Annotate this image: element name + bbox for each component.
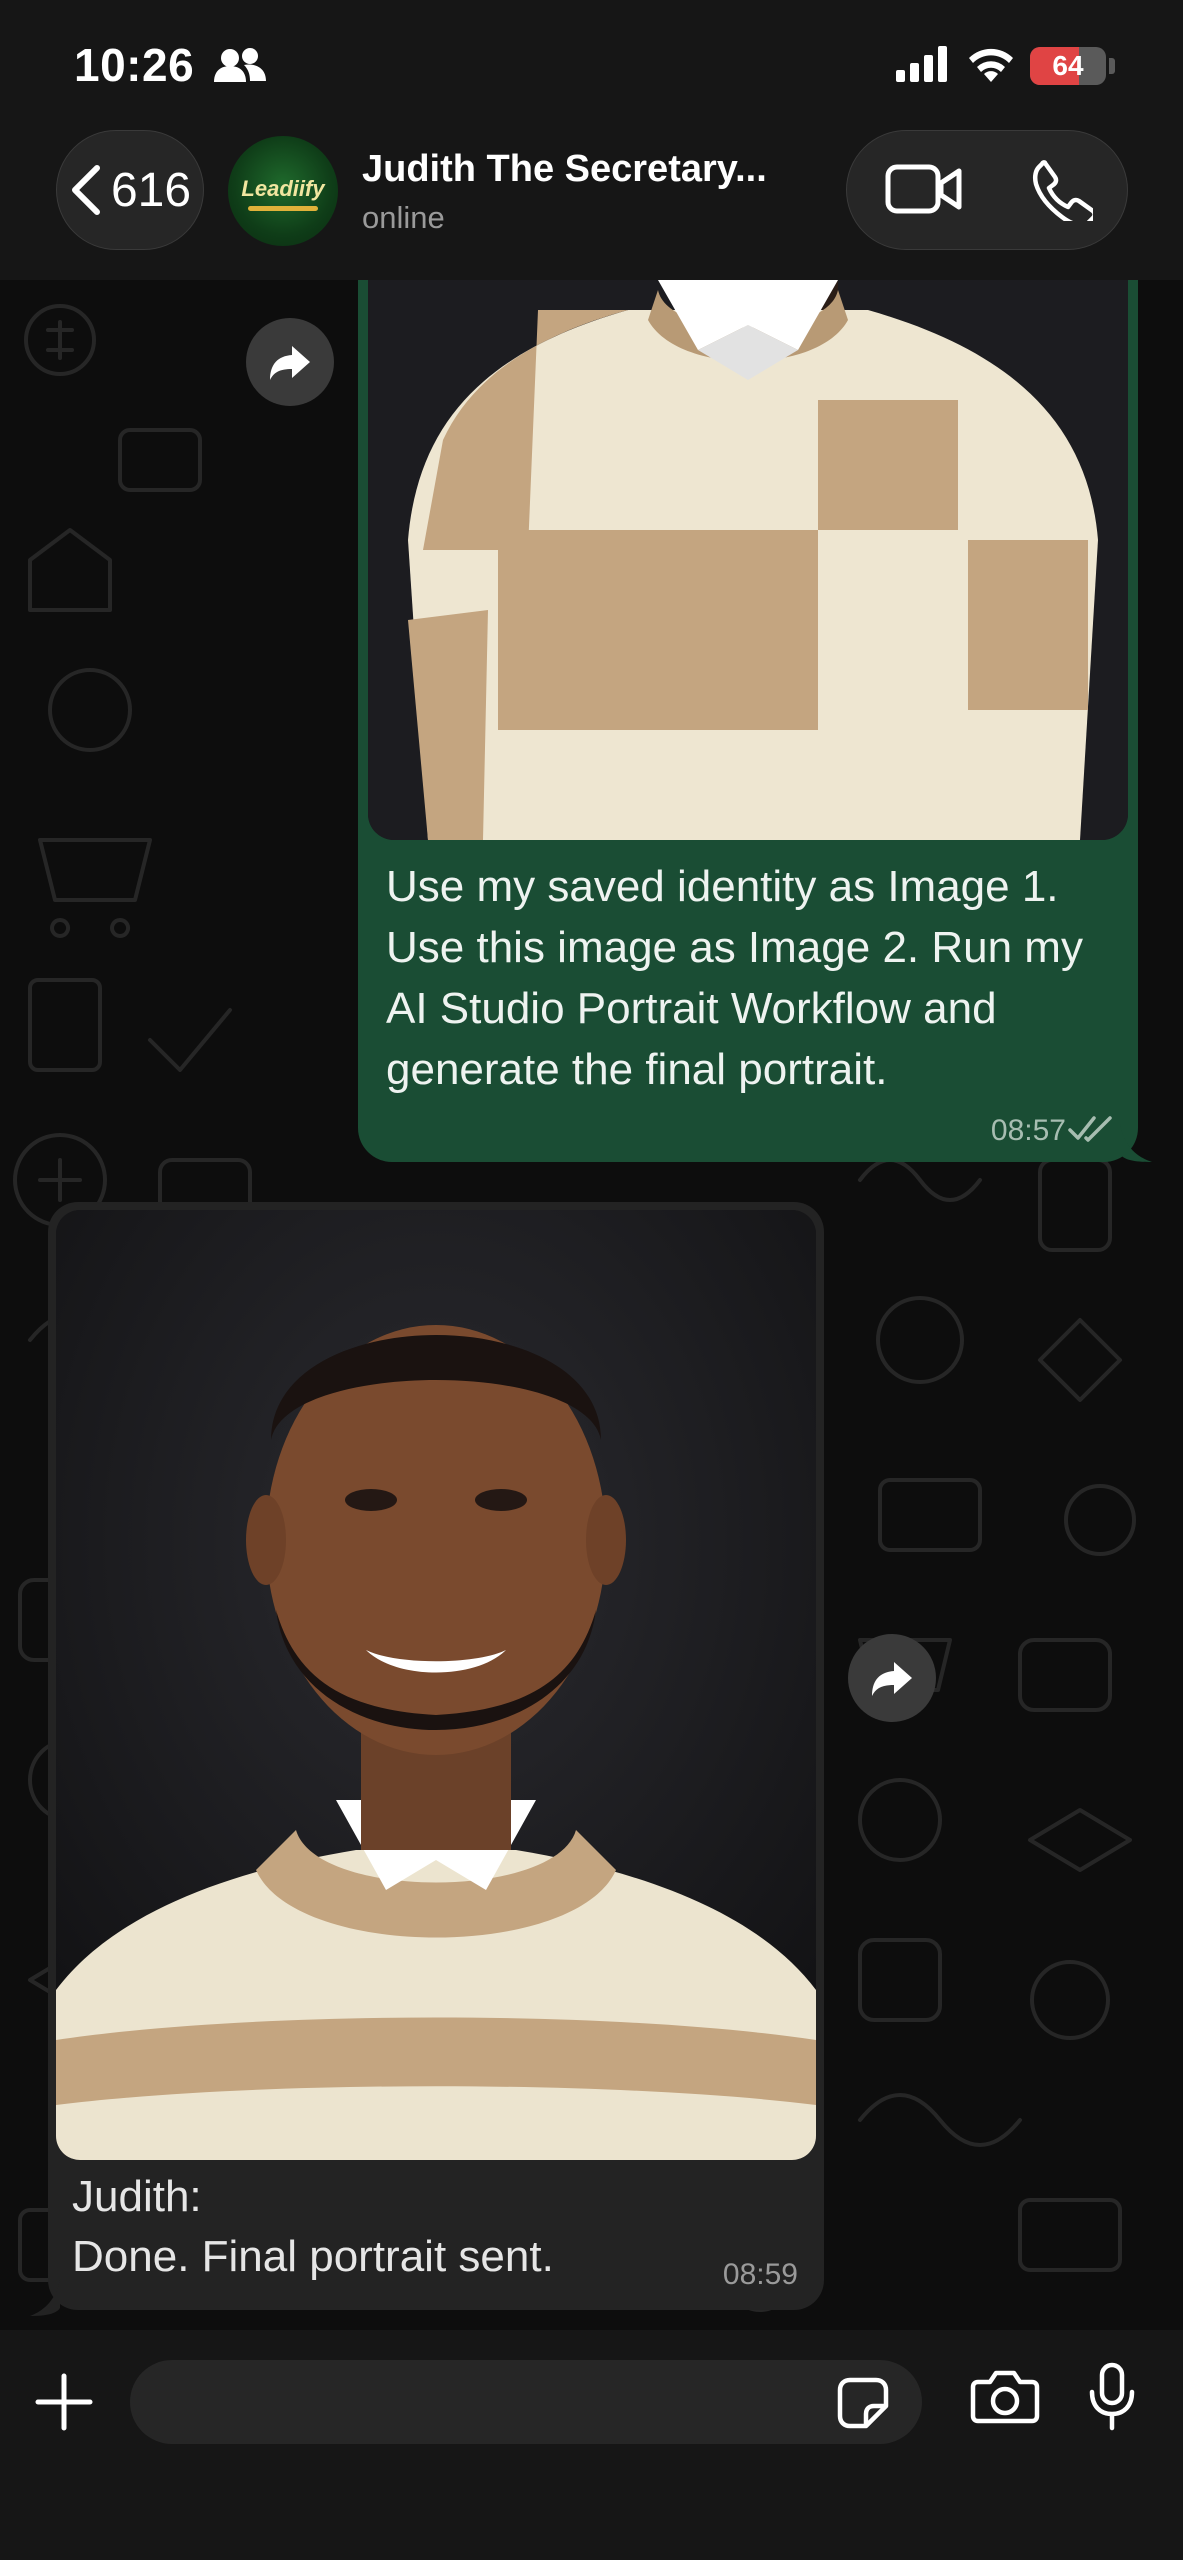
- phone-call-icon[interactable]: [1031, 159, 1093, 221]
- outgoing-message-time: 08:57: [990, 1114, 1066, 1147]
- status-bar: 10:26 64: [0, 0, 1183, 130]
- camera-icon[interactable]: [970, 2368, 1040, 2424]
- incoming-message[interactable]: Judith: Done. Final portrait sent. 08:59: [48, 1202, 824, 2310]
- outgoing-message[interactable]: Use my saved identity as Image 1. Use th…: [358, 280, 1138, 1162]
- microphone-icon[interactable]: [1086, 2362, 1138, 2432]
- chat-header: 616 Leadiify Judith The Secretary... onl…: [0, 130, 1183, 280]
- battery-level: 64: [1052, 50, 1084, 81]
- sweater-photo-graphic: [368, 280, 1128, 840]
- forward-button-incoming[interactable]: [848, 1634, 936, 1722]
- battery-icon: 64: [1030, 47, 1106, 85]
- incoming-message-text: Done. Final portrait sent.: [72, 2232, 554, 2281]
- outgoing-bubble-tail: [1120, 1124, 1152, 1162]
- avatar-logo-text: Leadiify: [241, 176, 325, 201]
- avatar-logo-stripe: [248, 206, 318, 211]
- contact-status: online: [362, 200, 445, 235]
- message-composer: [0, 2330, 1183, 2560]
- cellular-signal-icon: [896, 46, 947, 82]
- plus-icon[interactable]: [34, 2372, 94, 2432]
- portrait-photo[interactable]: [56, 1210, 816, 2160]
- video-call-icon[interactable]: [885, 161, 963, 217]
- chevron-left-icon: [71, 165, 100, 215]
- message-input[interactable]: [130, 2360, 922, 2444]
- forward-icon: [270, 346, 310, 380]
- unread-count: 616: [110, 163, 192, 217]
- contact-name[interactable]: Judith The Secretary...: [362, 148, 767, 191]
- people-icon: [214, 48, 266, 82]
- incoming-message-time: 08:59: [722, 2258, 798, 2291]
- back-button[interactable]: 616: [56, 130, 204, 250]
- wifi-icon: [969, 48, 1013, 82]
- call-actions: [846, 130, 1128, 250]
- avatar[interactable]: Leadiify: [228, 136, 338, 246]
- battery-nub: [1109, 58, 1115, 74]
- incoming-message-sender: Judith:: [72, 2172, 202, 2221]
- incoming-bubble-tail: [30, 2280, 60, 2316]
- sticker-icon[interactable]: [836, 2376, 890, 2430]
- portrait-photo-graphic: [56, 1210, 816, 2160]
- forward-icon: [872, 1662, 912, 1696]
- read-receipt-icon: [1068, 1116, 1112, 1142]
- sweater-photo[interactable]: [368, 280, 1128, 840]
- status-time: 10:26: [74, 39, 195, 91]
- forward-button-outgoing[interactable]: [246, 318, 334, 406]
- outgoing-message-text: Use my saved identity as Image 1. Use th…: [386, 862, 1083, 1094]
